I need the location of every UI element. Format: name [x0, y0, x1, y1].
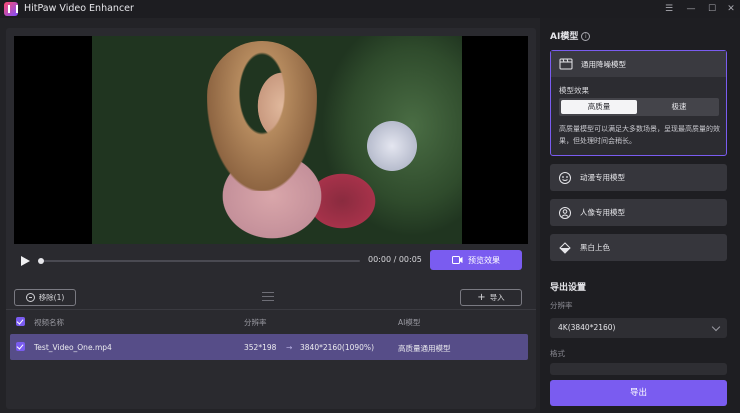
- target-resolution: 3840*2160(1090%): [300, 343, 374, 352]
- export-settings-title: 导出设置: [550, 283, 587, 293]
- time-readout: 00:00 / 00:05: [368, 255, 422, 264]
- resolution-select[interactable]: 4K(3840*2160): [550, 318, 727, 338]
- effect-label: 模型效果: [559, 86, 589, 95]
- column-resolution: 分辨率: [244, 318, 267, 327]
- video-player: 00:00 / 00:05 预览效果: [6, 28, 536, 296]
- maximize-button[interactable]: ☐: [703, 2, 721, 16]
- effect-option-fast[interactable]: 极速: [641, 100, 717, 114]
- plus-icon: +: [477, 291, 486, 303]
- list-toolbar: 移除(1) + 导入: [6, 284, 536, 310]
- chevron-down-icon: [711, 322, 721, 332]
- play-icon: [21, 256, 30, 266]
- select-all-checkbox[interactable]: [16, 317, 25, 326]
- preview-label: 预览效果: [468, 255, 500, 265]
- general-model-header[interactable]: 通用降噪模型: [551, 51, 726, 77]
- info-icon[interactable]: i: [581, 32, 591, 41]
- general-model-card[interactable]: 通用降噪模型 模型效果 高质量 极速 高质量模型可以满足大多数场景，呈现最高质量…: [550, 50, 727, 156]
- source-resolution: 352*198: [244, 343, 277, 352]
- close-button[interactable]: ✕: [722, 2, 740, 16]
- anime-icon: [559, 171, 571, 184]
- row-model: 高质量通用模型: [398, 344, 451, 353]
- column-model: AI模型: [398, 318, 421, 327]
- video-viewport: [14, 36, 528, 244]
- portrait-model-card[interactable]: 人像专用模型: [550, 199, 727, 226]
- anime-model-card[interactable]: 动漫专用模型: [550, 164, 727, 191]
- resolution-label: 分辨率: [550, 301, 573, 310]
- effect-segmented-control: 高质量 极速: [559, 98, 719, 116]
- settings-sidebar: AI模型 i 通用降噪模型 模型效果 高质量 极速 高质量模型可以满足大多数场景，…: [540, 18, 740, 413]
- colorize-model-card[interactable]: 黑白上色: [550, 234, 727, 261]
- menu-icon[interactable]: ☰: [660, 2, 678, 16]
- minimize-button[interactable]: —: [682, 2, 700, 16]
- timeline-knob[interactable]: [38, 258, 44, 264]
- import-button[interactable]: + 导入: [460, 289, 522, 306]
- export-button[interactable]: 导出: [550, 380, 727, 406]
- video-subject: [207, 41, 317, 191]
- file-list-panel: 移除(1) + 导入 视频名称 分辨率 AI模型 Test_Video_One.…: [6, 284, 536, 409]
- portrait-model-label: 人像专用模型: [580, 208, 625, 217]
- import-label: 导入: [489, 293, 505, 302]
- video-frame: [92, 36, 462, 244]
- arrow-right-icon: →: [286, 343, 293, 352]
- anime-model-label: 动漫专用模型: [580, 173, 625, 182]
- app-title: HitPaw Video Enhancer: [24, 3, 134, 14]
- resolution-value: 4K(3840*2160): [558, 323, 616, 332]
- list-toggle-icon[interactable]: [262, 292, 274, 301]
- remove-button[interactable]: 移除(1): [14, 289, 76, 306]
- list-header: 视频名称 分辨率 AI模型: [6, 316, 536, 330]
- title-bar: HitPaw Video Enhancer ☰ — ☐ ✕: [0, 0, 740, 18]
- table-row[interactable]: Test_Video_One.mp4 352*198 → 3840*2160(1…: [10, 334, 528, 360]
- ai-model-title: AI模型 i: [550, 29, 591, 42]
- film-icon: [559, 58, 573, 70]
- row-checkbox[interactable]: [16, 342, 25, 351]
- playback-controls: 00:00 / 00:05 预览效果: [14, 250, 528, 272]
- remove-label: 移除(1): [38, 293, 65, 302]
- portrait-icon: [559, 206, 571, 219]
- format-label: 格式: [550, 349, 565, 358]
- workspace: 00:00 / 00:05 预览效果 移除(1) + 导入 视频名称 分辨率 A…: [0, 18, 540, 413]
- effect-option-quality[interactable]: 高质量: [561, 100, 637, 114]
- colorize-model-label: 黑白上色: [580, 243, 610, 252]
- model-description: 高质量模型可以满足大多数场景，呈现最高质量的效果，但处理时间会稍长。: [559, 125, 720, 145]
- file-name: Test_Video_One.mp4: [34, 343, 112, 352]
- play-button[interactable]: [18, 254, 32, 268]
- column-name: 视频名称: [34, 318, 64, 327]
- minus-circle-icon: [25, 293, 35, 302]
- timeline-slider[interactable]: [38, 258, 360, 264]
- app-logo-icon: [4, 2, 18, 16]
- general-model-label: 通用降噪模型: [581, 59, 626, 69]
- format-select[interactable]: [550, 363, 727, 375]
- paint-bucket-icon: [559, 241, 571, 254]
- preview-button[interactable]: 预览效果: [430, 250, 522, 270]
- ai-model-title-text: AI模型: [550, 32, 579, 42]
- camera-icon: [452, 256, 463, 264]
